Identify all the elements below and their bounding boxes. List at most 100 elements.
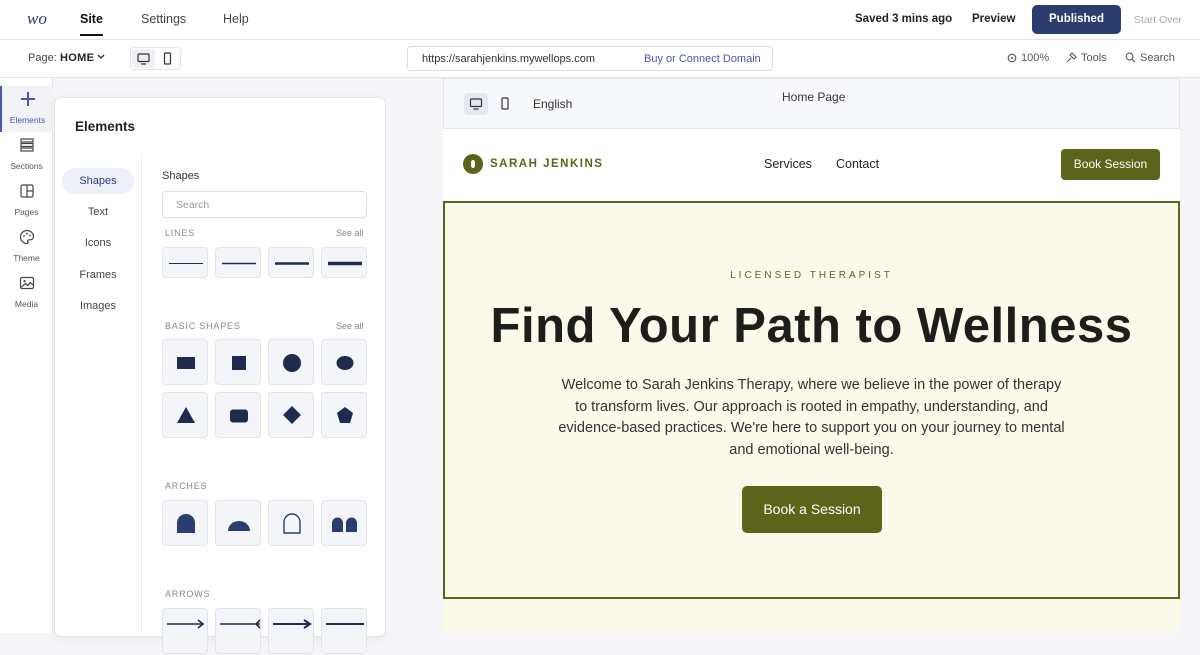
pentagon-icon	[337, 407, 353, 423]
search-icon	[1125, 52, 1136, 63]
site-header[interactable]: SARAH JENKINS Services Contact Book Sess…	[443, 129, 1180, 201]
rail-label: Pages	[14, 207, 39, 217]
triangle-tile[interactable]	[162, 392, 208, 438]
category-frames[interactable]: Frames	[62, 262, 134, 288]
arch-half-tile[interactable]	[215, 500, 261, 546]
tools-label: Tools	[1081, 52, 1107, 64]
desktop-view-button[interactable]	[132, 49, 155, 68]
mobile-icon	[501, 97, 509, 110]
left-rail: Elements Sections Pages Theme Media	[0, 78, 53, 633]
zoom-control[interactable]: 100%	[1007, 52, 1049, 64]
palette-icon	[19, 229, 34, 245]
rounded-rect-tile[interactable]	[215, 392, 261, 438]
preview-desktop-button[interactable]	[464, 93, 488, 115]
basic-shapes-see-all-link[interactable]: See all	[336, 321, 364, 331]
half-arch-icon	[228, 521, 250, 531]
book-session-button[interactable]: Book Session	[1061, 149, 1160, 180]
language-selector[interactable]: English	[533, 97, 572, 111]
published-button[interactable]: Published	[1032, 5, 1121, 34]
hero-eyebrow[interactable]: LICENSED THERAPIST	[445, 270, 1178, 281]
search-button[interactable]: Search	[1125, 52, 1175, 64]
category-list: Shapes Text Icons Frames Images	[55, 154, 142, 634]
ellipse-tile[interactable]	[321, 339, 367, 385]
nav-site[interactable]: Site	[80, 12, 103, 36]
rail-item-media[interactable]: Media	[0, 270, 53, 316]
rail-label: Sections	[10, 161, 43, 171]
lines-heading: LINES	[165, 228, 196, 238]
page-selector[interactable]: HOME	[60, 52, 94, 64]
rail-item-pages[interactable]: Pages	[0, 178, 53, 224]
hero-body[interactable]: Welcome to Sarah Jenkins Therapy, where …	[555, 375, 1068, 461]
rectangle-icon	[177, 357, 195, 369]
category-text[interactable]: Text	[62, 199, 134, 225]
page-label: Page:	[28, 52, 57, 64]
square-icon	[232, 356, 246, 370]
image-icon	[19, 276, 34, 290]
next-section	[443, 599, 1180, 633]
arch-full-tile[interactable]	[162, 500, 208, 546]
site-url-bar: https://sarahjenkins.mywellops.com Buy o…	[407, 46, 773, 71]
line-thin-tile[interactable]	[162, 247, 208, 278]
circle-tile[interactable]	[268, 339, 314, 385]
arrow-tile-1[interactable]	[162, 608, 208, 654]
preview-button[interactable]: Preview	[972, 13, 1015, 25]
chevron-down-icon[interactable]	[96, 50, 106, 64]
rectangle-tile[interactable]	[162, 339, 208, 385]
preview-device-toggle	[464, 92, 519, 116]
arrow-tile-3[interactable]	[268, 608, 314, 654]
category-icons[interactable]: Icons	[62, 230, 134, 256]
start-over-button[interactable]: Start Over	[1134, 14, 1182, 26]
pentagon-tile[interactable]	[321, 392, 367, 438]
site-url[interactable]: https://sarahjenkins.mywellops.com	[422, 53, 595, 65]
nav-settings[interactable]: Settings	[141, 12, 186, 26]
diamond-tile[interactable]	[268, 392, 314, 438]
hero-cta-button[interactable]: Book a Session	[742, 486, 882, 533]
rail-item-elements[interactable]: Elements	[0, 86, 53, 132]
brand-logo-icon	[463, 154, 483, 174]
site-nav-services[interactable]: Services	[764, 157, 812, 171]
brand-name[interactable]: SARAH JENKINS	[490, 158, 603, 170]
panel-title: Elements	[75, 119, 136, 134]
site-preview: SARAH JENKINS Services Contact Book Sess…	[443, 129, 1180, 633]
line-medium-tile[interactable]	[215, 247, 261, 278]
sections-icon	[19, 138, 34, 152]
arch-outline-tile[interactable]	[268, 500, 314, 546]
arrow-tile-2[interactable]	[215, 608, 261, 654]
svg-text:wo: wo	[27, 9, 47, 28]
lines-see-all-link[interactable]: See all	[336, 228, 364, 238]
line-arrow-icon	[326, 623, 364, 625]
shape-search-input[interactable]: Search	[162, 191, 367, 218]
nav-help[interactable]: Help	[223, 12, 249, 26]
mobile-view-button[interactable]	[156, 49, 179, 68]
arch-outline-icon	[283, 513, 301, 534]
tools-button[interactable]: Tools	[1066, 52, 1107, 64]
preview-page-title: Home Page	[782, 90, 846, 104]
buy-domain-link[interactable]: Buy or Connect Domain	[644, 53, 761, 65]
wo-logo[interactable]: wo	[27, 9, 53, 29]
zoom-level: 100%	[1021, 52, 1050, 64]
page-toolbar: Page: HOME https://sarahjenkins.mywellop…	[0, 40, 1200, 78]
rail-item-sections[interactable]: Sections	[0, 132, 53, 178]
double-arch-tile[interactable]	[321, 500, 367, 546]
line-thick-tile[interactable]	[268, 247, 314, 278]
site-nav-contact[interactable]: Contact	[836, 157, 879, 171]
category-shapes[interactable]: Shapes	[62, 168, 134, 194]
preview-mobile-button[interactable]	[493, 93, 517, 115]
arrow-right-bold-icon	[273, 619, 312, 629]
basic-shapes-heading: BASIC SHAPES	[165, 321, 241, 331]
desktop-icon	[469, 98, 483, 110]
zoom-icon	[1007, 53, 1017, 63]
arrow-left-icon	[220, 619, 261, 629]
category-images[interactable]: Images	[62, 293, 134, 319]
double-arch-icon	[332, 517, 357, 532]
line-heavy-tile[interactable]	[321, 247, 367, 278]
arrow-tile-4[interactable]	[321, 608, 367, 654]
rail-label: Theme	[13, 253, 40, 263]
rail-item-theme[interactable]: Theme	[0, 224, 53, 270]
hero-section[interactable]: LICENSED THERAPIST Find Your Path to Wel…	[443, 201, 1180, 599]
rail-label: Media	[14, 299, 39, 309]
pages-icon	[19, 184, 34, 198]
square-tile[interactable]	[215, 339, 261, 385]
circle-icon	[283, 354, 301, 372]
hero-title[interactable]: Find Your Path to Wellness	[445, 298, 1178, 354]
